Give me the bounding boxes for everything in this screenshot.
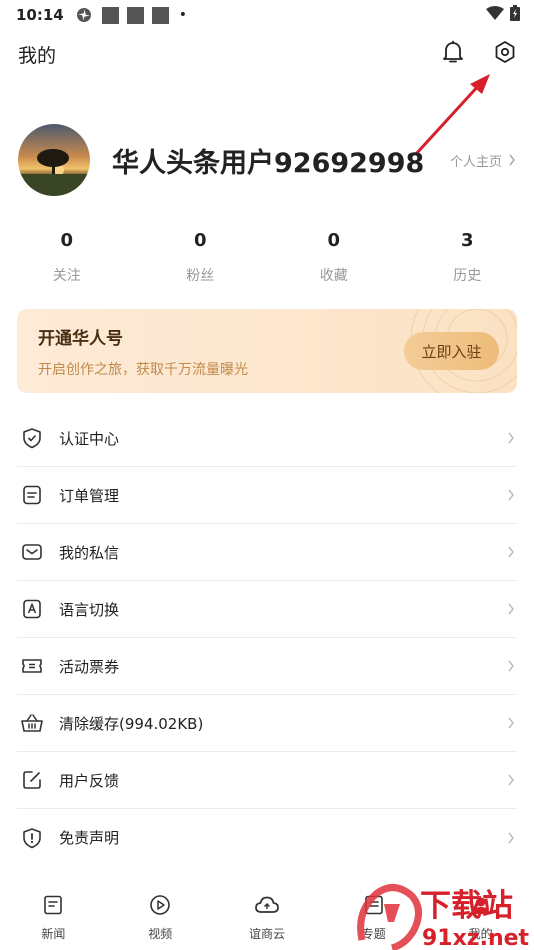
tab-video[interactable]: 视频 bbox=[107, 872, 214, 950]
status-time: 10:14 bbox=[16, 6, 64, 24]
menu-item-label: 活动票券 bbox=[59, 657, 120, 676]
homepage-label: 个人主页 bbox=[449, 154, 502, 170]
menu-item-label: 语言切换 bbox=[59, 600, 120, 619]
stat-label: 收藏 bbox=[319, 268, 348, 284]
menu-item-tickets[interactable]: 活动票券 bbox=[17, 638, 517, 695]
menu-item-label: 清除缓存(994.02KB) bbox=[59, 714, 204, 733]
menu-item-certification[interactable]: 认证中心 bbox=[17, 410, 517, 467]
chevron-right-icon bbox=[508, 603, 514, 615]
watermark-logo: 下载站 91xz.net bbox=[354, 882, 534, 950]
tab-label: 新闻 bbox=[41, 927, 66, 941]
page-title: 我的 bbox=[18, 44, 57, 67]
menu-item-feedback[interactable]: 用户反馈 bbox=[17, 752, 517, 809]
chevron-right-icon bbox=[508, 717, 514, 729]
chevron-right-icon bbox=[509, 154, 515, 166]
stat-fans[interactable]: 0 粉丝 bbox=[134, 216, 268, 312]
chevron-right-icon bbox=[508, 832, 514, 843]
stat-value: 0 bbox=[60, 230, 74, 251]
profile-section: 华人头条用户92692998 个人主页 bbox=[0, 78, 534, 220]
stat-value: 0 bbox=[193, 230, 207, 251]
language-icon bbox=[20, 597, 44, 621]
chevron-right-icon bbox=[508, 774, 514, 786]
mail-icon bbox=[20, 540, 44, 564]
chevron-right-icon bbox=[508, 489, 514, 501]
chevron-right-icon bbox=[508, 546, 514, 558]
tab-label: 谊商云 bbox=[248, 927, 285, 941]
tab-cloud[interactable]: 谊商云 bbox=[214, 872, 321, 950]
menu-item-disclaimer[interactable]: 免责声明 bbox=[17, 809, 517, 866]
chevron-right-icon bbox=[508, 432, 514, 444]
menu-item-label: 免责声明 bbox=[59, 829, 120, 847]
bell-icon[interactable] bbox=[442, 40, 464, 68]
menu-item-label: 认证中心 bbox=[59, 429, 120, 448]
stat-value: 3 bbox=[460, 230, 474, 251]
shield-check-icon bbox=[20, 426, 44, 450]
order-icon bbox=[20, 483, 44, 507]
notification-icon bbox=[126, 6, 144, 24]
stat-label: 历史 bbox=[453, 268, 482, 284]
status-bar: 10:14 • bbox=[0, 0, 534, 30]
avatar[interactable] bbox=[18, 124, 90, 196]
pinwheel-icon bbox=[76, 7, 92, 23]
menu-item-label: 用户反馈 bbox=[59, 771, 120, 790]
stat-label: 关注 bbox=[52, 268, 81, 284]
dot-icon: • bbox=[178, 7, 188, 23]
promo-banner: 开通华人号 开启创作之旅，获取千万流量曝光 立即入驻 bbox=[17, 309, 517, 393]
cloud-icon bbox=[254, 894, 280, 920]
stat-favorites[interactable]: 0 收藏 bbox=[267, 216, 401, 312]
notification-icon bbox=[101, 6, 119, 24]
username: 华人头条用户92692998 bbox=[112, 147, 425, 179]
feedback-icon bbox=[20, 768, 44, 792]
watermark-text: 下载站 bbox=[420, 888, 513, 924]
homepage-link[interactable]: 个人主页 bbox=[450, 151, 516, 170]
settings-icon[interactable] bbox=[494, 40, 516, 68]
basket-icon bbox=[20, 711, 44, 735]
tab-label: 视频 bbox=[148, 927, 173, 941]
stats-row: 0 关注 0 粉丝 0 收藏 3 历史 bbox=[0, 216, 534, 312]
promo-title: 开通华人号 bbox=[38, 328, 123, 349]
menu-item-language[interactable]: 语言切换 bbox=[17, 581, 517, 638]
tab-news[interactable]: 新闻 bbox=[0, 872, 107, 950]
menu-item-clear-cache[interactable]: 清除缓存(994.02KB) bbox=[17, 695, 517, 752]
join-button[interactable]: 立即入驻 bbox=[404, 332, 499, 370]
menu-list: 认证中心 订单管理 我的私信 语言切换 活动票券 清除缓存(994.02KB) bbox=[0, 410, 534, 866]
battery-icon bbox=[510, 5, 520, 25]
promo-subtitle: 开启创作之旅，获取千万流量曝光 bbox=[38, 361, 248, 378]
menu-item-label: 订单管理 bbox=[59, 486, 120, 505]
notification-icon bbox=[151, 6, 169, 24]
chevron-right-icon bbox=[508, 660, 514, 672]
wifi-icon bbox=[486, 6, 504, 24]
menu-item-orders[interactable]: 订单管理 bbox=[17, 467, 517, 524]
menu-item-label: 我的私信 bbox=[59, 543, 120, 562]
shield-alert-icon bbox=[20, 826, 44, 850]
stat-value: 0 bbox=[327, 230, 341, 251]
ticket-icon bbox=[20, 654, 44, 678]
page-header: 我的 bbox=[0, 30, 534, 78]
stat-label: 粉丝 bbox=[186, 268, 215, 284]
menu-item-messages[interactable]: 我的私信 bbox=[17, 524, 517, 581]
watermark-text: 91xz.net bbox=[422, 926, 530, 950]
news-icon bbox=[42, 894, 64, 920]
stat-history[interactable]: 3 历史 bbox=[401, 216, 534, 312]
play-icon bbox=[149, 894, 171, 920]
stat-follow[interactable]: 0 关注 bbox=[0, 216, 134, 312]
